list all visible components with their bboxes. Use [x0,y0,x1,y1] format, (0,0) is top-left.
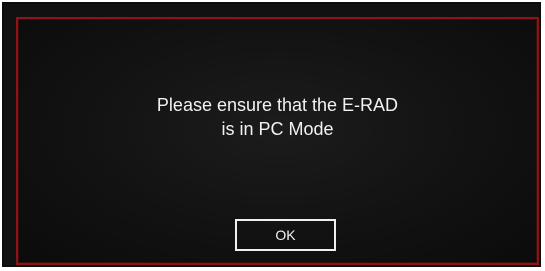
window-frame: Please ensure that the E-RAD is in PC Mo… [2,2,541,267]
dialog-message-line-1: Please ensure that the E-RAD [156,95,399,115]
dialog-message-line-2: is in PC Mode [221,119,334,139]
alert-dialog: Please ensure that the E-RAD is in PC Mo… [16,17,539,265]
dialog-message: Please ensure that the E-RAD is in PC Mo… [18,93,537,141]
ok-button[interactable]: OK [235,219,336,251]
